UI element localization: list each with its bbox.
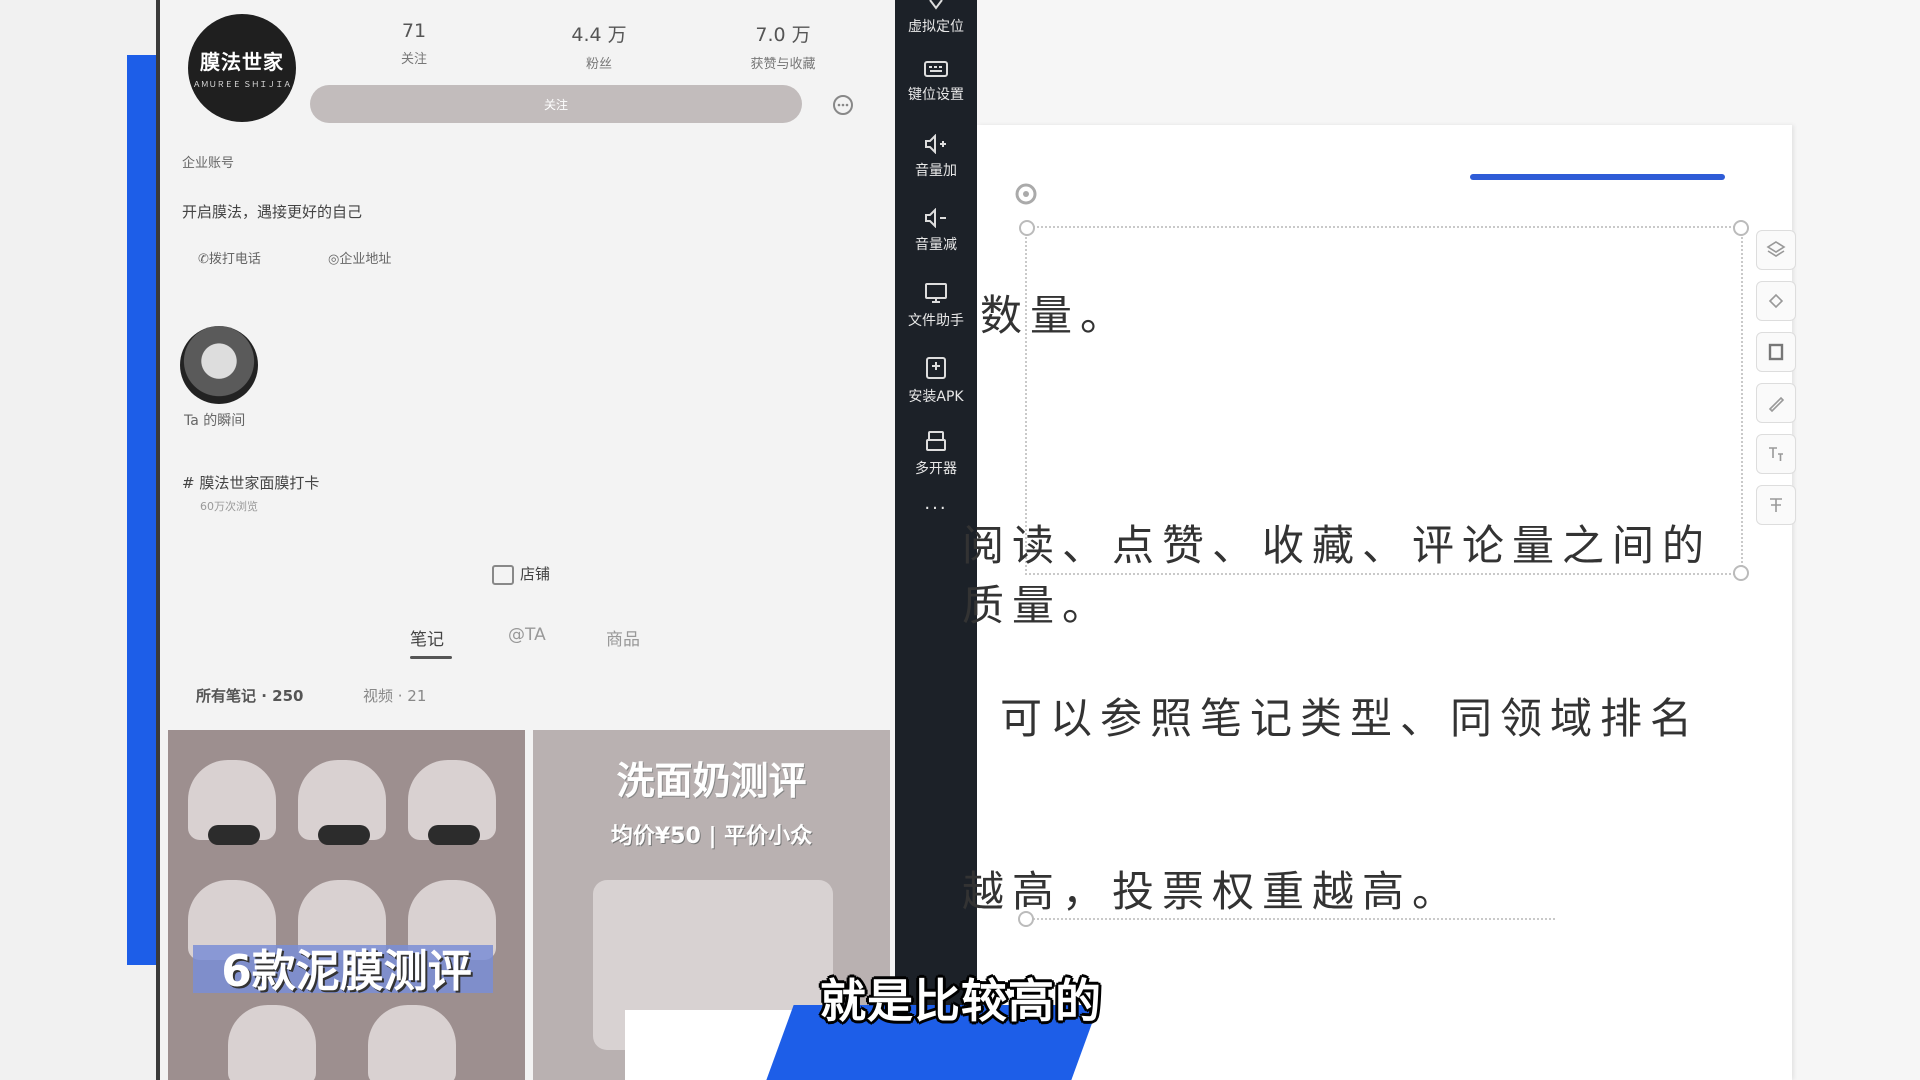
account-type-label: 企业账号	[182, 156, 235, 171]
address-link[interactable]: ◎企业地址	[328, 248, 391, 267]
shop-link[interactable]: 店铺	[492, 563, 550, 585]
fill-tool[interactable]	[1756, 281, 1796, 321]
filter-video[interactable]: 视频 · 21	[363, 685, 426, 706]
story-label: Ta 的瞬间	[184, 413, 246, 429]
topic-views: 60万次浏览	[200, 500, 258, 513]
paint-bucket-icon	[1768, 293, 1784, 309]
toolbar-label: 文件助手	[908, 313, 964, 329]
slide-text-line[interactable]: 可以参照笔记类型、同领域排名	[1000, 685, 1700, 746]
card-subtitle-cleanser: 均价¥50 | 平价小众	[610, 824, 813, 849]
apk-install-icon	[926, 357, 946, 379]
text-format-icon	[1769, 447, 1783, 461]
note-card-mud-mask[interactable]: 6款泥膜测评	[168, 730, 525, 1080]
frame-tool[interactable]	[1756, 332, 1796, 372]
toolbar-volume-up[interactable]: 音量加	[895, 134, 977, 180]
slide-text-line[interactable]: 越高，投票权重越高。	[962, 858, 1462, 919]
toolbar-virtual-location[interactable]: 虚拟定位	[895, 0, 977, 36]
toolbar-install-apk[interactable]: 安装APK	[895, 356, 977, 406]
product-jar	[368, 1005, 456, 1080]
multi-instance-icon	[926, 431, 946, 451]
frame-icon	[1768, 343, 1784, 361]
profile-avatar[interactable]: 膜法世家 ＡＭＵＲＥＥ ＳＨＩＪＩＡ	[188, 14, 296, 122]
toolbar-volume-down[interactable]: 音量减	[895, 208, 977, 254]
jar-label	[428, 825, 480, 845]
keyboard-icon	[924, 61, 948, 77]
resize-handle[interactable]	[1733, 565, 1749, 581]
phone-profile-screen: 膜法世家 ＡＭＵＲＥＥ ＳＨＩＪＩＡ 71 关注 4.4 万 粉丝 7.0 万 …	[160, 0, 895, 1080]
slide-side-tools	[1756, 230, 1798, 570]
video-subtitle: 就是比较高的	[820, 974, 1102, 1028]
pen-icon	[1768, 396, 1785, 413]
stat-fans[interactable]: 4.4 万 粉丝	[529, 20, 669, 72]
font-icon	[1770, 498, 1782, 512]
avatar-logo-text: 膜法世家	[200, 50, 284, 74]
left-blue-bar	[127, 55, 157, 965]
address-label: 企业地址	[339, 252, 392, 267]
rotate-handle-icon[interactable]	[1014, 182, 1038, 206]
slide-text-line[interactable]: 质量。	[962, 572, 1112, 633]
resize-handle[interactable]	[1733, 220, 1749, 236]
toolbar-label: 安装APK	[908, 389, 964, 405]
slide-text-line[interactable]: 阅读、点赞、收藏、评论量之间的	[962, 512, 1712, 573]
toolbar-multi-instance[interactable]: 多开器	[895, 430, 977, 478]
filter-all-notes[interactable]: 所有笔记 · 250	[196, 685, 303, 706]
message-icon[interactable]	[832, 94, 854, 116]
tab-notes[interactable]: 笔记	[410, 625, 444, 650]
stat-likes-label: 获赞与收藏	[750, 57, 816, 72]
layers-icon	[1766, 241, 1786, 257]
toolbar-label: 键位设置	[908, 87, 964, 103]
font-tool[interactable]	[1756, 485, 1796, 525]
card-title-mud-mask: 6款泥膜测评	[221, 946, 472, 997]
pen-tool[interactable]	[1756, 383, 1796, 423]
follow-button[interactable]: 关注	[310, 85, 802, 123]
location-icon: ◎	[328, 252, 340, 267]
jar-label	[208, 825, 260, 845]
card-title-cleanser: 洗面奶测评	[616, 759, 807, 803]
stat-fans-label: 粉丝	[585, 57, 612, 72]
toolbar-label: 音量减	[915, 237, 957, 253]
avatar-logo-subtext: ＡＭＵＲＥＥ ＳＨＩＪＩＡ	[192, 80, 292, 89]
product-jar	[228, 1005, 316, 1080]
text-format-tool[interactable]	[1756, 434, 1796, 474]
toolbar-file-helper[interactable]: 文件助手	[895, 282, 977, 330]
tab-products[interactable]: 商品	[606, 625, 640, 650]
shop-icon	[492, 564, 514, 585]
toolbar-label: 虚拟定位	[908, 19, 964, 35]
tab-active-underline	[410, 656, 452, 659]
layers-tool[interactable]	[1756, 230, 1796, 270]
location-pin-icon	[929, 0, 943, 10]
jar-label	[318, 825, 370, 845]
call-label: 拨打电话	[208, 252, 261, 267]
stat-likes-count: 7.0 万	[755, 24, 811, 46]
profile-bio: 开启膜法，遇接更好的自己	[182, 203, 363, 221]
stat-likes[interactable]: 7.0 万 获赞与收藏	[713, 20, 853, 72]
resize-handle[interactable]	[1019, 220, 1035, 236]
slide-text-line[interactable]: 数量。	[980, 282, 1130, 343]
toolbar-keymap[interactable]: 键位设置	[895, 60, 977, 104]
stat-following-count: 71	[401, 20, 427, 42]
call-link[interactable]: ✆拨打电话	[198, 248, 261, 267]
stat-fans-count: 4.4 万	[571, 24, 627, 46]
volume-down-icon	[925, 208, 946, 228]
stat-following[interactable]: 71 关注	[344, 20, 484, 67]
volume-up-icon	[925, 134, 946, 154]
shop-label: 店铺	[520, 565, 551, 583]
stat-following-label: 关注	[400, 52, 427, 67]
tab-mentions[interactable]: @TA	[508, 625, 546, 645]
story-avatar[interactable]	[180, 326, 258, 404]
monitor-icon	[925, 283, 947, 303]
slide-accent-line	[1470, 174, 1725, 180]
topic-title[interactable]: # 膜法世家面膜打卡	[182, 472, 319, 493]
phone-icon: ✆	[198, 252, 209, 267]
toolbar-label: 多开器	[915, 461, 957, 477]
toolbar-label: 音量加	[915, 163, 957, 179]
